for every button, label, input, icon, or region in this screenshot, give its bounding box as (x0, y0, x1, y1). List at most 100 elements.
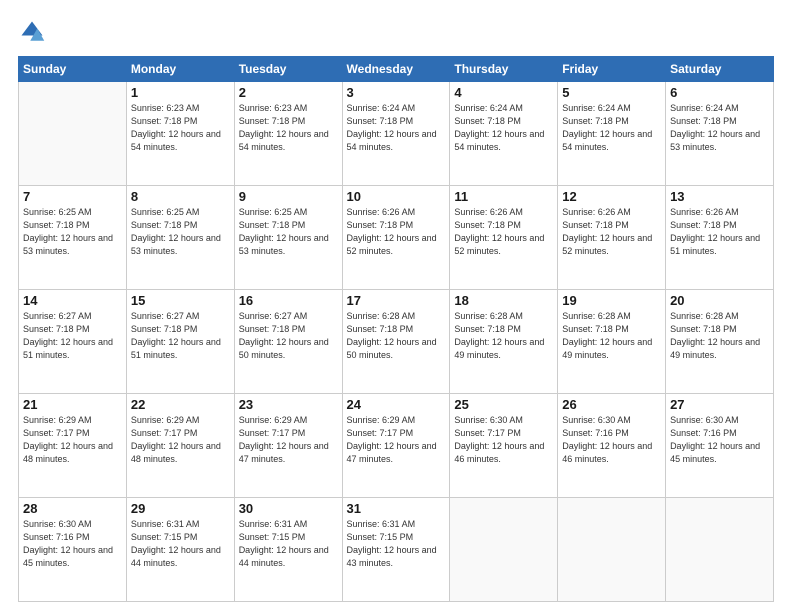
calendar-cell: 29 Sunrise: 6:31 AMSunset: 7:15 PMDayligh… (126, 498, 234, 602)
calendar-cell: 24Sunrise: 6:29 AMSunset: 7:17 PMDayligh… (342, 394, 450, 498)
calendar-cell: 26 Sunrise: 6:30 AMSunset: 7:16 PMDayligh… (558, 394, 666, 498)
calendar-cell: 15 Sunrise: 6:27 AMSunset: 7:18 PMDayligh… (126, 290, 234, 394)
day-info: Sunrise: 6:31 AMSunset: 7:15 PMDaylight:… (347, 518, 446, 570)
day-number: 12 (562, 189, 661, 204)
day-number: 22 (131, 397, 230, 412)
calendar-cell: 19Sunrise: 6:28 AMSunset: 7:18 PMDayligh… (558, 290, 666, 394)
week-row-4: 28 Sunrise: 6:30 AMSunset: 7:16 PMDayligh… (19, 498, 774, 602)
day-number: 26 (562, 397, 661, 412)
day-info: Sunrise: 6:24 AMSunset: 7:18 PMDaylight:… (454, 102, 553, 154)
calendar-cell: 9 Sunrise: 6:25 AMSunset: 7:18 PMDaylight… (234, 186, 342, 290)
day-info: Sunrise: 6:27 AMSunset: 7:18 PMDaylight:… (239, 310, 338, 362)
calendar-cell: 17 Sunrise: 6:28 AMSunset: 7:18 PMDayligh… (342, 290, 450, 394)
calendar-cell: 23Sunrise: 6:29 AMSunset: 7:17 PMDayligh… (234, 394, 342, 498)
calendar-cell: 30Sunrise: 6:31 AMSunset: 7:15 PMDayligh… (234, 498, 342, 602)
day-info: Sunrise: 6:29 AMSunset: 7:17 PMDaylight:… (347, 414, 446, 466)
day-number: 21 (23, 397, 122, 412)
day-number: 7 (23, 189, 122, 204)
calendar-cell: 8Sunrise: 6:25 AMSunset: 7:18 PMDaylight… (126, 186, 234, 290)
day-info: Sunrise: 6:30 AMSunset: 7:16 PMDaylight:… (23, 518, 122, 570)
day-info: Sunrise: 6:30 AMSunset: 7:16 PMDaylight:… (562, 414, 661, 466)
day-number: 14 (23, 293, 122, 308)
day-info: Sunrise: 6:29 AMSunset: 7:17 PMDaylight:… (239, 414, 338, 466)
day-info: Sunrise: 6:31 AMSunset: 7:15 PMDaylight:… (131, 518, 230, 570)
weekday-header-tuesday: Tuesday (234, 57, 342, 82)
day-info: Sunrise: 6:27 AMSunset: 7:18 PMDaylight:… (131, 310, 230, 362)
calendar-cell: 11Sunrise: 6:26 AMSunset: 7:18 PMDayligh… (450, 186, 558, 290)
day-info: Sunrise: 6:23 AMSunset: 7:18 PMDaylight:… (131, 102, 230, 154)
day-number: 1 (131, 85, 230, 100)
day-info: Sunrise: 6:28 AMSunset: 7:18 PMDaylight:… (454, 310, 553, 362)
logo-icon (18, 18, 46, 46)
day-info: Sunrise: 6:30 AMSunset: 7:17 PMDaylight:… (454, 414, 553, 466)
calendar-table: SundayMondayTuesdayWednesdayThursdayFrid… (18, 56, 774, 602)
page: SundayMondayTuesdayWednesdayThursdayFrid… (0, 0, 792, 612)
day-info: Sunrise: 6:28 AMSunset: 7:18 PMDaylight:… (347, 310, 446, 362)
calendar-cell (19, 82, 127, 186)
calendar-cell: 16Sunrise: 6:27 AMSunset: 7:18 PMDayligh… (234, 290, 342, 394)
calendar-cell: 10 Sunrise: 6:26 AMSunset: 7:18 PMDayligh… (342, 186, 450, 290)
weekday-header-monday: Monday (126, 57, 234, 82)
day-number: 5 (562, 85, 661, 100)
calendar-cell: 14 Sunrise: 6:27 AMSunset: 7:18 PMDayligh… (19, 290, 127, 394)
calendar-cell: 20 Sunrise: 6:28 AMSunset: 7:18 PMDayligh… (666, 290, 774, 394)
calendar-cell: 18 Sunrise: 6:28 AMSunset: 7:18 PMDayligh… (450, 290, 558, 394)
day-info: Sunrise: 6:24 AMSunset: 7:18 PMDaylight:… (347, 102, 446, 154)
week-row-2: 14 Sunrise: 6:27 AMSunset: 7:18 PMDayligh… (19, 290, 774, 394)
day-number: 17 (347, 293, 446, 308)
calendar-cell: 13 Sunrise: 6:26 AMSunset: 7:18 PMDayligh… (666, 186, 774, 290)
weekday-header-friday: Friday (558, 57, 666, 82)
day-info: Sunrise: 6:26 AMSunset: 7:18 PMDaylight:… (347, 206, 446, 258)
calendar-cell: 2 Sunrise: 6:23 AMSunset: 7:18 PMDaylight… (234, 82, 342, 186)
calendar-cell: 31 Sunrise: 6:31 AMSunset: 7:15 PMDayligh… (342, 498, 450, 602)
day-number: 29 (131, 501, 230, 516)
day-info: Sunrise: 6:25 AMSunset: 7:18 PMDaylight:… (23, 206, 122, 258)
day-info: Sunrise: 6:30 AMSunset: 7:16 PMDaylight:… (670, 414, 769, 466)
weekday-header-sunday: Sunday (19, 57, 127, 82)
day-number: 31 (347, 501, 446, 516)
logo (18, 18, 50, 46)
calendar-cell: 22 Sunrise: 6:29 AMSunset: 7:17 PMDayligh… (126, 394, 234, 498)
day-info: Sunrise: 6:26 AMSunset: 7:18 PMDaylight:… (670, 206, 769, 258)
calendar-cell: 28 Sunrise: 6:30 AMSunset: 7:16 PMDayligh… (19, 498, 127, 602)
calendar-cell: 12 Sunrise: 6:26 AMSunset: 7:18 PMDayligh… (558, 186, 666, 290)
day-info: Sunrise: 6:28 AMSunset: 7:18 PMDaylight:… (670, 310, 769, 362)
weekday-header-row: SundayMondayTuesdayWednesdayThursdayFrid… (19, 57, 774, 82)
day-info: Sunrise: 6:26 AMSunset: 7:18 PMDaylight:… (454, 206, 553, 258)
calendar-cell: 25 Sunrise: 6:30 AMSunset: 7:17 PMDayligh… (450, 394, 558, 498)
calendar-cell: 1 Sunrise: 6:23 AMSunset: 7:18 PMDaylight… (126, 82, 234, 186)
calendar-cell: 21 Sunrise: 6:29 AMSunset: 7:17 PMDayligh… (19, 394, 127, 498)
weekday-header-thursday: Thursday (450, 57, 558, 82)
day-info: Sunrise: 6:26 AMSunset: 7:18 PMDaylight:… (562, 206, 661, 258)
day-number: 18 (454, 293, 553, 308)
day-number: 30 (239, 501, 338, 516)
day-info: Sunrise: 6:29 AMSunset: 7:17 PMDaylight:… (131, 414, 230, 466)
calendar-cell (450, 498, 558, 602)
day-number: 9 (239, 189, 338, 204)
day-number: 13 (670, 189, 769, 204)
day-info: Sunrise: 6:23 AMSunset: 7:18 PMDaylight:… (239, 102, 338, 154)
day-info: Sunrise: 6:24 AMSunset: 7:18 PMDaylight:… (670, 102, 769, 154)
week-row-0: 1 Sunrise: 6:23 AMSunset: 7:18 PMDaylight… (19, 82, 774, 186)
calendar-cell (558, 498, 666, 602)
header (18, 18, 774, 46)
day-number: 4 (454, 85, 553, 100)
week-row-1: 7 Sunrise: 6:25 AMSunset: 7:18 PMDaylight… (19, 186, 774, 290)
day-number: 20 (670, 293, 769, 308)
day-info: Sunrise: 6:29 AMSunset: 7:17 PMDaylight:… (23, 414, 122, 466)
calendar-cell: 4 Sunrise: 6:24 AMSunset: 7:18 PMDaylight… (450, 82, 558, 186)
day-number: 2 (239, 85, 338, 100)
day-info: Sunrise: 6:24 AMSunset: 7:18 PMDaylight:… (562, 102, 661, 154)
day-number: 10 (347, 189, 446, 204)
day-info: Sunrise: 6:25 AMSunset: 7:18 PMDaylight:… (239, 206, 338, 258)
day-number: 6 (670, 85, 769, 100)
calendar-cell: 27 Sunrise: 6:30 AMSunset: 7:16 PMDayligh… (666, 394, 774, 498)
day-number: 15 (131, 293, 230, 308)
day-number: 8 (131, 189, 230, 204)
day-number: 28 (23, 501, 122, 516)
day-number: 19 (562, 293, 661, 308)
calendar-cell: 6 Sunrise: 6:24 AMSunset: 7:18 PMDaylight… (666, 82, 774, 186)
day-info: Sunrise: 6:27 AMSunset: 7:18 PMDaylight:… (23, 310, 122, 362)
day-number: 27 (670, 397, 769, 412)
day-number: 25 (454, 397, 553, 412)
